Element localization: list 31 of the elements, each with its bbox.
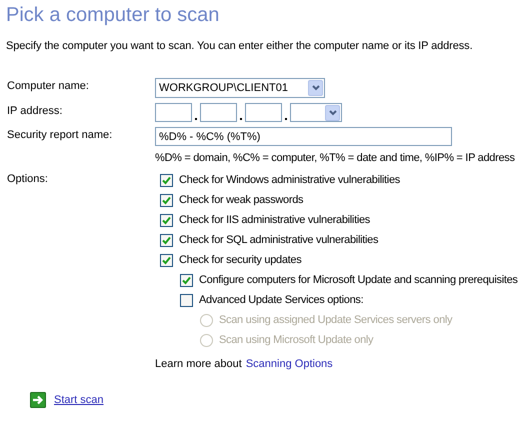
checkbox[interactable] [160, 234, 173, 246]
ip-octet-field[interactable] [200, 103, 237, 122]
checkbox-label[interactable]: Check for SQL administrative vulnerabilities [179, 234, 378, 246]
checkbox-label[interactable]: Configure computers for Microsoft Update and scanning prerequisites [199, 274, 518, 286]
ip-octet-combo[interactable] [290, 103, 342, 122]
hint-text: %D% = domain, %C% = computer, %T% = date and time, %IP% = IP address [155, 151, 516, 164]
checkbox-label[interactable]: Check for Windows administrative vulnerabilities [179, 174, 400, 186]
report-name-field[interactable]: %D% - %C% (%T%) [155, 127, 452, 146]
page-title: Pick a computer to scan [6, 3, 220, 28]
checkbox-label[interactable]: Check for security updates [179, 254, 302, 266]
field-label: Computer name: [6, 79, 90, 92]
field-label: Options: [6, 172, 49, 185]
arrow-icon[interactable] [30, 392, 46, 408]
checkbox[interactable] [160, 194, 173, 206]
checkbox[interactable] [160, 254, 173, 266]
start-scan-link[interactable]: Start scan [54, 394, 104, 406]
ip-octet-field[interactable] [155, 103, 192, 122]
scanning-options-link[interactable]: Scanning Options [246, 358, 333, 370]
checkbox-label[interactable]: Advanced Update Services options: [199, 294, 364, 306]
learn-more-text: Learn more about [155, 358, 242, 370]
computer-name-combo[interactable]: WORKGROUP\CLIENT01 [155, 78, 325, 98]
checkbox[interactable] [180, 294, 193, 306]
field-label: IP address: [6, 104, 64, 117]
checkbox-label[interactable]: Check for IIS administrative vulnerabilities [179, 214, 370, 226]
field-label: Security report name: [6, 128, 114, 141]
checkbox[interactable] [160, 174, 173, 186]
checkbox[interactable] [160, 214, 173, 226]
description: Specify the computer you want to scan. You can enter either the computer name or its IP address. [6, 39, 474, 53]
checkbox[interactable] [180, 274, 193, 286]
ip-octet-field[interactable] [245, 103, 282, 122]
checkbox-label[interactable]: Check for weak passwords [179, 194, 304, 206]
